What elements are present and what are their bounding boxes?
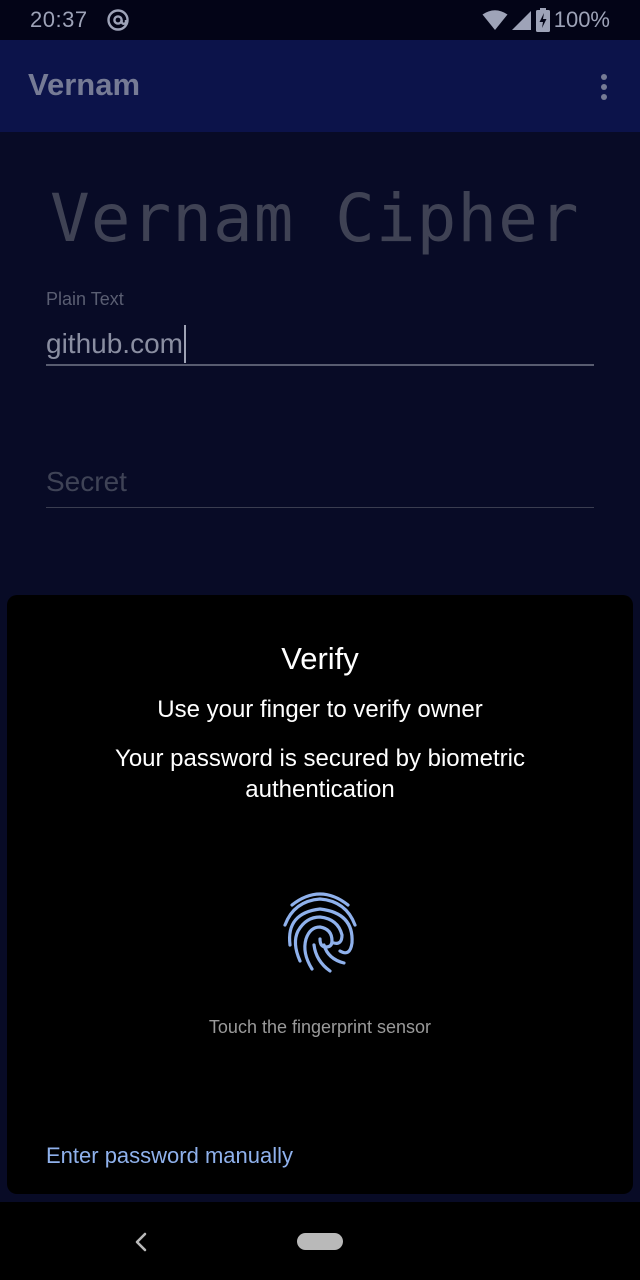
navigation-bar [0, 1202, 640, 1280]
at-sign-icon [107, 9, 129, 31]
enter-password-manually-button[interactable]: Enter password manually [46, 1143, 293, 1169]
fingerprint-icon[interactable] [280, 887, 360, 977]
battery-charging-icon [535, 8, 550, 32]
app-title: Vernam [28, 67, 141, 102]
plain-text-label: Plain Text [46, 289, 124, 309]
dialog-title: Verify [281, 641, 359, 676]
secret-input[interactable]: Secret [46, 466, 594, 502]
status-time: 20:37 [30, 7, 88, 32]
home-pill[interactable] [297, 1233, 343, 1250]
dialog-description: Your password is secured by biometric au… [115, 745, 525, 803]
biometric-dialog: Verify Use your finger to verify owner Y… [7, 595, 633, 1194]
cellular-signal-icon [511, 11, 531, 30]
battery-percentage: 100% [553, 7, 610, 32]
overflow-menu-icon[interactable] [592, 70, 616, 104]
plain-text-input[interactable]: github.com [46, 325, 186, 363]
plain-text-underline [46, 364, 594, 366]
wifi-icon [482, 10, 508, 30]
secret-underline [46, 507, 594, 508]
back-icon[interactable] [133, 1231, 149, 1253]
page-title: Vernam Cipher [50, 180, 580, 257]
plain-text-value: github.com [46, 328, 183, 359]
status-bar: 20:37 100% [0, 0, 640, 40]
dialog-hint: Touch the fingerprint sensor [208, 1017, 432, 1037]
app-bar: Vernam [0, 40, 640, 132]
dialog-subtitle: Use your finger to verify owner [157, 696, 483, 723]
text-cursor [183, 325, 186, 363]
